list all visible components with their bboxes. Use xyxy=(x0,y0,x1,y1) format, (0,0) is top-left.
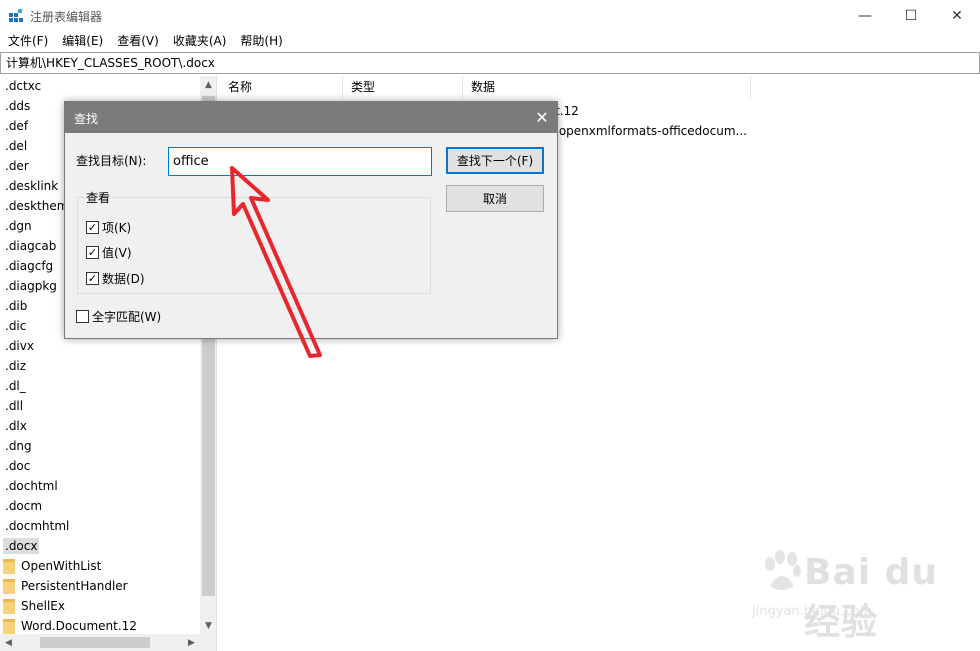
arrow-icon xyxy=(230,166,322,358)
registry-editor-window: 注册表编辑器 — ☐ ✕ 文件(F) 编辑(E) 查看(V) 收藏夹(A) 帮助… xyxy=(0,0,980,651)
red-arrow-annotation xyxy=(230,166,322,358)
